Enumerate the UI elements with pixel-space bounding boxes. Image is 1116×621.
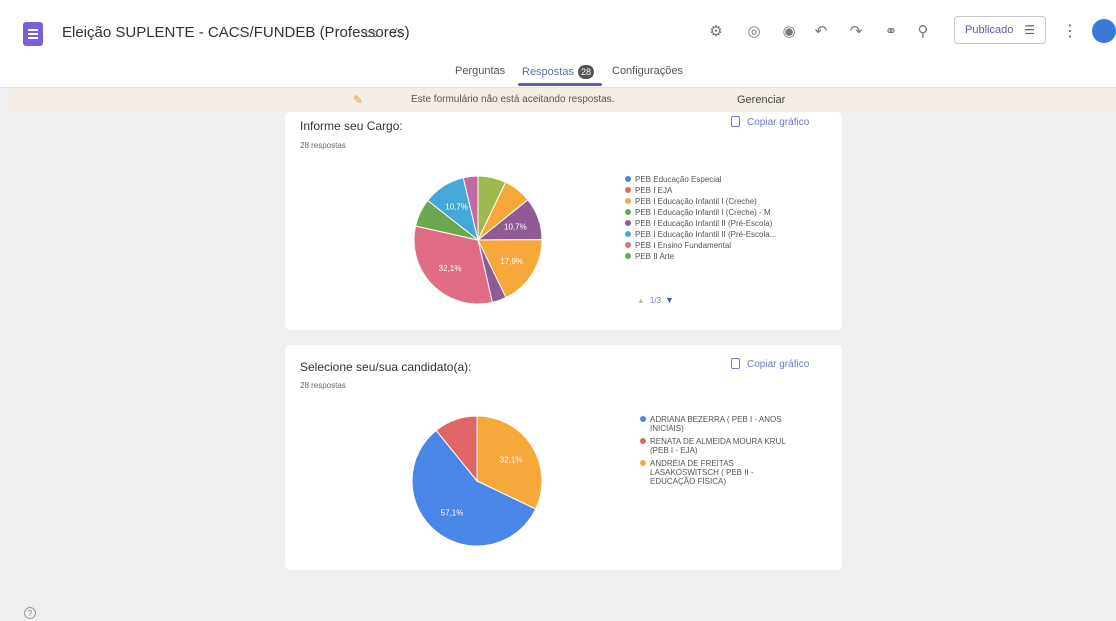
legend-item: RENATA DE ALMEIDA MOURA KRUL (PEB I - EJ… bbox=[640, 437, 800, 455]
tab-responses-label: Respostas bbox=[522, 65, 574, 78]
legend-label: ANDRÉIA DE FREITAS LASAKOSWITSCH ( PEB I… bbox=[650, 459, 754, 486]
legend-label: ADRIANA BEZERRA ( PEB I - ANOS INICIAIS) bbox=[650, 415, 782, 433]
legend-item: PEB I Educação Infantil II (Pré-Escola) bbox=[625, 219, 776, 228]
tab-bar: Perguntas Respostas 28 Configurações bbox=[0, 65, 1116, 86]
tab-questions[interactable]: Perguntas bbox=[455, 65, 505, 77]
top-bar: Eleição SUPLENTE - CACS/FUNDEB (Professo… bbox=[0, 0, 1116, 88]
legend-label: PEB I Ensino Fundamental bbox=[635, 241, 732, 250]
legend-swatch bbox=[625, 198, 631, 204]
help-icon[interactable]: ? bbox=[24, 607, 36, 619]
pie-slice-label: 57,1% bbox=[441, 509, 464, 518]
legend-item: PEB I Ensino Fundamental bbox=[625, 241, 776, 250]
link-icon[interactable]: ⚭ bbox=[881, 22, 901, 40]
folder-icon[interactable]: ▭ bbox=[364, 24, 378, 42]
legend-item: PEB I Educação Infantil I (Creche) - M bbox=[625, 208, 776, 217]
legend-item: ADRIANA BEZERRA ( PEB I - ANOS INICIAIS) bbox=[640, 415, 800, 433]
tab-responses[interactable]: Respostas 28 bbox=[522, 65, 594, 79]
more-options-icon[interactable]: ⋮ bbox=[1062, 21, 1078, 41]
tab-settings[interactable]: Configurações bbox=[612, 65, 683, 77]
legend-prev-icon[interactable]: ▲ bbox=[637, 296, 645, 305]
legend-swatch bbox=[640, 438, 646, 444]
warning-icon: ✎ bbox=[353, 93, 364, 107]
legend-next-icon[interactable]: ▼ bbox=[665, 295, 674, 305]
manage-link[interactable]: Gerenciar bbox=[737, 94, 785, 106]
summary-card-cargo: Informe seu Cargo: 28 respostas Copiar g… bbox=[285, 112, 842, 330]
legend-swatch bbox=[625, 187, 631, 193]
avatar[interactable] bbox=[1092, 19, 1116, 43]
copy-icon bbox=[731, 358, 740, 369]
chart-legend: PEB Educação Especial PEB I EJA PEB I Educ… bbox=[625, 175, 776, 263]
pie-slice-label: 10,7% bbox=[445, 203, 468, 212]
publish-label: Publicado bbox=[965, 24, 1014, 36]
legend-label: PEB I Educação Infantil II (Pré-Escola) bbox=[635, 219, 773, 228]
active-tab-indicator bbox=[518, 83, 602, 86]
pie-slice-label: 17,9% bbox=[500, 257, 523, 266]
forms-logo-icon[interactable] bbox=[23, 22, 43, 46]
responses-count-badge: 28 bbox=[577, 65, 594, 79]
copy-chart-button[interactable]: Copiar gráfico bbox=[731, 358, 809, 370]
copy-icon bbox=[731, 116, 740, 127]
pie-chart-cargo: 10,7% 17,9% 32,1% 10,7% bbox=[413, 175, 543, 305]
legend-item: ANDRÉIA DE FREITAS LASAKOSWITSCH ( PEB I… bbox=[640, 459, 800, 486]
pie-slice-label: 10,7% bbox=[504, 223, 527, 232]
publish-button[interactable]: Publicado ☰ bbox=[954, 16, 1046, 44]
preview-icon[interactable]: ◉ bbox=[779, 22, 799, 40]
form-title[interactable]: Eleição SUPLENTE - CACS/FUNDEB (Professo… bbox=[62, 24, 410, 41]
legend-swatch bbox=[640, 460, 646, 466]
redo-icon[interactable]: ↷ bbox=[846, 22, 866, 40]
legend-item: PEB II Arte bbox=[625, 252, 776, 261]
copy-chart-label: Copiar gráfico bbox=[747, 359, 810, 370]
legend-item: PEB I Educação Infantil I (Creche) bbox=[625, 197, 776, 206]
question-title: Informe seu Cargo: bbox=[300, 119, 403, 133]
legend-item: PEB I Educação Infantil II (Pré-Escola..… bbox=[625, 230, 776, 239]
legend-label: PEB Educação Especial bbox=[635, 175, 722, 184]
legend-swatch bbox=[625, 176, 631, 182]
customize-theme-icon[interactable]: ⚙ bbox=[706, 22, 726, 40]
response-count: 28 respostas bbox=[300, 141, 346, 150]
legend-swatch bbox=[625, 242, 631, 248]
response-count: 28 respostas bbox=[300, 381, 346, 390]
legend-pager[interactable]: ▲ 1/3 ▼ bbox=[637, 295, 674, 305]
legend-swatch bbox=[640, 416, 646, 422]
legend-item: PEB Educação Especial bbox=[625, 175, 776, 184]
legend-swatch bbox=[625, 220, 631, 226]
pie-slice-label: 32,1% bbox=[500, 456, 523, 465]
add-collaborator-icon[interactable]: ⚲ bbox=[913, 22, 933, 40]
legend-label: PEB I EJA bbox=[635, 186, 673, 195]
palette-icon[interactable]: ◎ bbox=[744, 22, 764, 40]
question-title: Selecione seu/sua candidato(a): bbox=[300, 360, 472, 374]
undo-icon[interactable]: ↶ bbox=[811, 22, 831, 40]
legend-page-indicator: 1/3 bbox=[649, 296, 662, 305]
banner-text: Este formulário não está aceitando respo… bbox=[411, 94, 615, 105]
pie-chart-candidato: 32,1% 57,1% bbox=[411, 415, 543, 547]
not-accepting-banner: ✎ Este formulário não está aceitando res… bbox=[8, 88, 1116, 112]
copy-chart-button[interactable]: Copiar gráfico bbox=[731, 116, 809, 128]
star-icon[interactable]: ☆ bbox=[390, 24, 403, 42]
legend-swatch bbox=[625, 209, 631, 215]
legend-label: RENATA DE ALMEIDA MOURA KRUL (PEB I - EJ… bbox=[650, 437, 786, 455]
chart-legend: ADRIANA BEZERRA ( PEB I - ANOS INICIAIS)… bbox=[640, 415, 800, 490]
legend-item: PEB I EJA bbox=[625, 186, 776, 195]
legend-swatch bbox=[625, 231, 631, 237]
legend-label: PEB I Educação Infantil I (Creche) - M bbox=[635, 208, 771, 217]
summary-card-candidato: Selecione seu/sua candidato(a): 28 respo… bbox=[285, 345, 842, 570]
legend-swatch bbox=[625, 253, 631, 259]
legend-label: PEB I Educação Infantil I (Creche) bbox=[635, 197, 757, 206]
legend-label: PEB II Arte bbox=[635, 252, 675, 261]
pie-slice-label: 32,1% bbox=[439, 264, 462, 273]
settings-sliders-icon: ☰ bbox=[1024, 23, 1035, 37]
legend-label: PEB I Educação Infantil II (Pré-Escola..… bbox=[635, 230, 777, 239]
copy-chart-label: Copiar gráfico bbox=[747, 117, 810, 128]
